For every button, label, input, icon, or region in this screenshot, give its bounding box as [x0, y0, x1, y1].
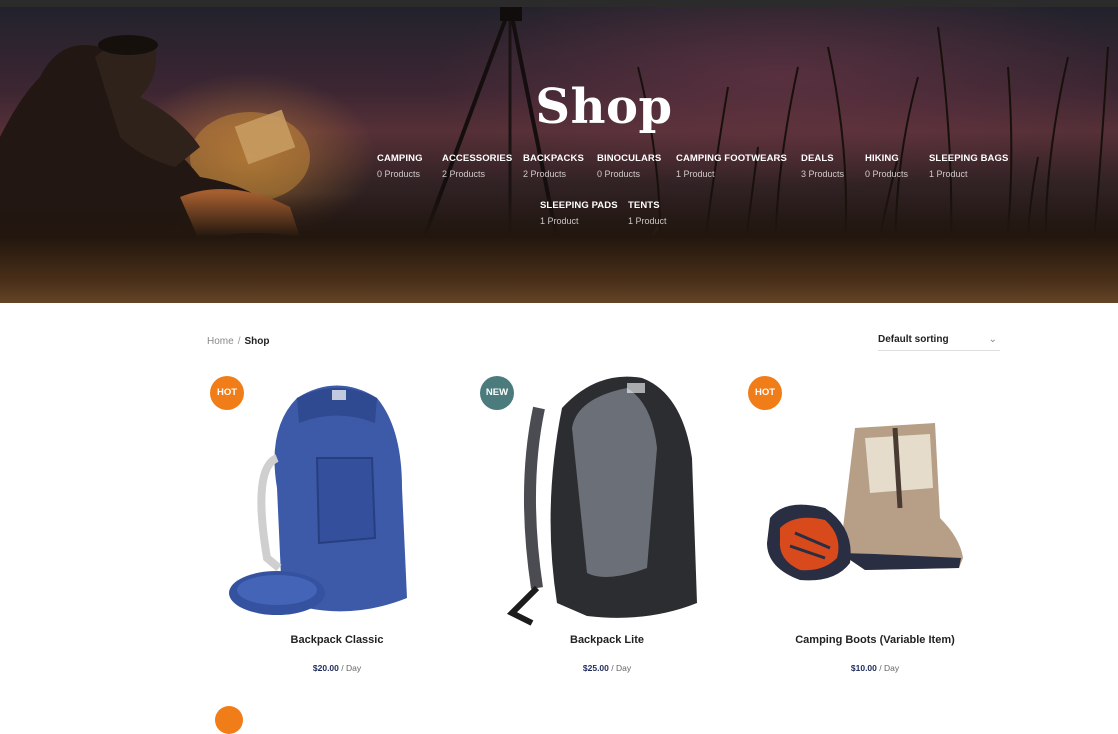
- product-price: $20.00 / Day: [312, 663, 362, 673]
- chevron-down-icon: ⌄: [988, 334, 997, 345]
- category-camping-footwears[interactable]: CAMPING FOOTWEARS 1 Product: [676, 153, 787, 179]
- breadcrumb-home-link[interactable]: Home: [207, 336, 234, 347]
- sorting-select[interactable]: Default sorting ⌄: [878, 334, 1000, 351]
- product-image[interactable]: [207, 368, 467, 626]
- breadcrumb: Home / Shop: [207, 336, 269, 347]
- category-sleeping-bags[interactable]: SLEEPING BAGS 1 Product: [929, 153, 1008, 179]
- product-title[interactable]: Backpack Lite: [477, 634, 737, 646]
- page-title: Shop: [535, 79, 673, 135]
- breadcrumb-separator: /: [237, 336, 241, 347]
- hot-badge: HOT: [210, 376, 244, 410]
- product-card[interactable]: NEW Backpack Lite $25.00 / Day: [477, 368, 737, 688]
- product-image[interactable]: [745, 368, 1005, 626]
- product-title[interactable]: Backpack Classic: [207, 634, 467, 646]
- product-card[interactable]: HOT Camping Boots (Variable Item) $10.00…: [745, 368, 1005, 688]
- category-backpacks[interactable]: BACKPACKS 2 Products: [523, 153, 584, 179]
- top-bar: [0, 0, 1118, 7]
- category-tents[interactable]: TENTS 1 Product: [628, 200, 667, 226]
- category-accessories[interactable]: ACCESSORIES 2 Products: [442, 153, 512, 179]
- breadcrumb-current: Shop: [244, 336, 270, 347]
- product-title[interactable]: Camping Boots (Variable Item): [745, 634, 1005, 646]
- product-card[interactable]: HOT Backpack Classic $20.00 / Day: [207, 368, 467, 688]
- category-sleeping-pads[interactable]: SLEEPING PADS 1 Product: [540, 200, 618, 226]
- hot-badge: HOT: [748, 376, 782, 410]
- product-price: $10.00 / Day: [850, 663, 900, 673]
- category-hiking[interactable]: HIKING 0 Products: [865, 153, 908, 179]
- product-price: $25.00 / Day: [582, 663, 632, 673]
- category-camping[interactable]: CAMPING 0 Products: [377, 153, 423, 179]
- category-deals[interactable]: DEALS 3 Products: [801, 153, 844, 179]
- category-binoculars[interactable]: BINOCULARS 0 Products: [597, 153, 661, 179]
- shop-hero-banner: Shop CAMPING 0 Products ACCESSORIES 2 Pr…: [0, 7, 1118, 303]
- new-badge: NEW: [480, 376, 514, 410]
- hot-badge-partial: [215, 706, 243, 734]
- product-image[interactable]: [477, 368, 737, 626]
- sorting-selected-value: Default sorting: [878, 334, 949, 345]
